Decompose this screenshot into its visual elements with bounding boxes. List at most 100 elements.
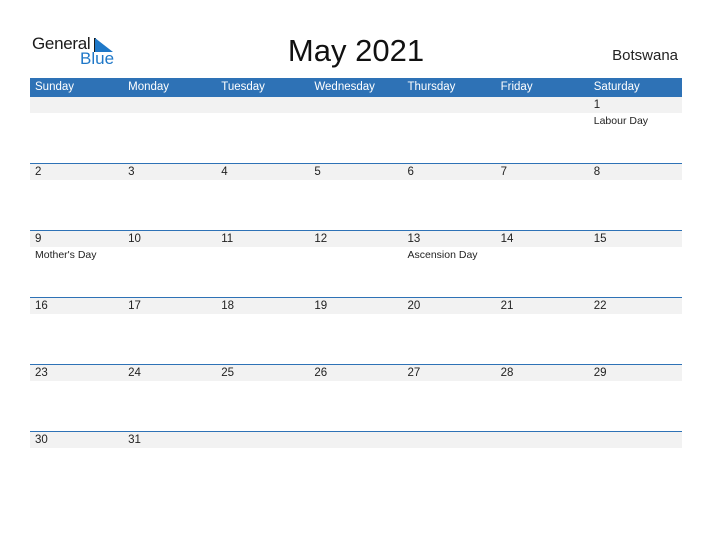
day-number: 9 — [35, 233, 42, 245]
day-cell: 12 — [309, 231, 402, 297]
week-row: 1 Labour Day — [30, 97, 682, 163]
day-cell: 29 — [589, 365, 682, 431]
weekday-tuesday: Tuesday — [221, 81, 265, 93]
day-cell: 9 Mother's Day — [30, 231, 123, 297]
day-cell: 14 — [496, 231, 589, 297]
day-cell — [309, 432, 402, 498]
week-row: 2 3 4 5 6 7 8 — [30, 163, 682, 230]
day-cell: 7 — [496, 164, 589, 230]
day-number: 8 — [593, 166, 601, 178]
day-cell: 2 — [30, 164, 123, 230]
day-number: 10 — [128, 233, 141, 245]
day-number: 14 — [500, 233, 514, 245]
day-cell: 11 — [216, 231, 309, 297]
day-number: 7 — [500, 166, 508, 178]
calendar-weeks: 1 Labour Day 2 3 4 5 6 7 8 9 Mother's Day 10 11 12 13 A… — [30, 97, 682, 498]
day-number: 31 — [128, 434, 141, 446]
weekday-thursday: Thursday — [407, 81, 456, 93]
day-cell — [216, 432, 309, 498]
day-number: 13 — [407, 233, 421, 245]
week-row: 30 31 — [30, 431, 682, 498]
day-number: 21 — [500, 300, 514, 312]
week-cells: 16 17 18 19 20 21 22 — [30, 298, 682, 364]
day-cell — [216, 97, 309, 163]
day-number: 29 — [593, 367, 607, 379]
day-cell: 30 — [30, 432, 123, 498]
day-number: 23 — [35, 367, 48, 379]
day-cell — [496, 97, 589, 163]
day-cell: 26 — [309, 365, 402, 431]
day-number: 30 — [35, 434, 48, 446]
week-row: 16 17 18 19 20 21 22 — [30, 297, 682, 364]
day-cell: 3 — [123, 164, 216, 230]
day-number: 17 — [128, 300, 141, 312]
week-row: 9 Mother's Day 10 11 12 13 Ascension Day 14 15 — [30, 230, 682, 297]
holiday-label: Labour Day — [593, 115, 649, 127]
day-cell: 28 — [496, 365, 589, 431]
day-number: 19 — [314, 300, 328, 312]
weekday-saturday: Saturday — [593, 81, 640, 93]
holiday-label: Ascension Day — [407, 249, 478, 261]
day-cell: 31 — [123, 432, 216, 498]
day-number: 12 — [314, 233, 328, 245]
day-cell: 4 — [216, 164, 309, 230]
day-number: 16 — [35, 300, 48, 312]
holiday-label: Mother's Day — [35, 249, 97, 261]
day-number: 25 — [221, 367, 235, 379]
week-cells: 1 Labour Day — [30, 97, 682, 163]
page-title: May 2021 — [287, 33, 425, 68]
country-label: Botswana — [612, 47, 678, 64]
calendar: Sunday Monday Tuesday Wednesday Thursday Frid… — [30, 78, 682, 498]
day-number: 20 — [407, 300, 421, 312]
day-cell: 17 — [123, 298, 216, 364]
week-row: 23 24 25 26 27 28 29 — [30, 364, 682, 431]
weekday-friday: Friday — [500, 81, 533, 93]
day-number: 26 — [314, 367, 328, 379]
weekday-monday: Monday — [128, 81, 170, 93]
day-number: 28 — [500, 367, 514, 379]
week-cells: 2 3 4 5 6 7 8 — [30, 164, 682, 230]
day-number: 2 — [35, 166, 42, 178]
day-number: 3 — [128, 166, 135, 178]
day-cell — [30, 97, 123, 163]
day-cell: 22 — [589, 298, 682, 364]
day-cell: 18 — [216, 298, 309, 364]
day-cell: 13 Ascension Day — [403, 231, 496, 297]
day-number: 4 — [221, 166, 228, 178]
day-cell: 10 — [123, 231, 216, 297]
day-cell: 24 — [123, 365, 216, 431]
week-cells: 30 31 — [30, 432, 682, 498]
day-number: 6 — [407, 166, 414, 178]
day-cell: 1 Labour Day — [589, 97, 682, 163]
day-cell: 27 — [403, 365, 496, 431]
day-number: 5 — [314, 166, 321, 178]
day-cell — [403, 97, 496, 163]
day-cell: 6 — [403, 164, 496, 230]
day-cell — [123, 97, 216, 163]
day-cell: 5 — [309, 164, 402, 230]
day-cell: 21 — [496, 298, 589, 364]
day-cell — [309, 97, 402, 163]
day-number: 24 — [128, 367, 141, 379]
day-cell: 25 — [216, 365, 309, 431]
weekday-wednesday: Wednesday — [314, 81, 375, 93]
day-cell: 20 — [403, 298, 496, 364]
day-cell: 15 — [589, 231, 682, 297]
weekday-header: Sunday Monday Tuesday Wednesday Thursday Frid… — [30, 78, 682, 97]
day-cell: 23 — [30, 365, 123, 431]
day-number: 22 — [593, 300, 607, 312]
day-number: 18 — [221, 300, 235, 312]
day-number: 27 — [407, 367, 421, 379]
day-number: 1 — [593, 99, 601, 111]
day-cell: 19 — [309, 298, 402, 364]
day-cell: 16 — [30, 298, 123, 364]
day-cell: 8 — [589, 164, 682, 230]
week-cells: 9 Mother's Day 10 11 12 13 Ascension Day 14 15 — [30, 231, 682, 297]
day-cell — [496, 432, 589, 498]
weekday-sunday: Sunday — [35, 81, 75, 93]
day-cell — [403, 432, 496, 498]
day-number: 11 — [221, 233, 234, 245]
week-cells: 23 24 25 26 27 28 29 — [30, 365, 682, 431]
day-cell — [589, 432, 682, 498]
day-number: 15 — [593, 233, 607, 245]
